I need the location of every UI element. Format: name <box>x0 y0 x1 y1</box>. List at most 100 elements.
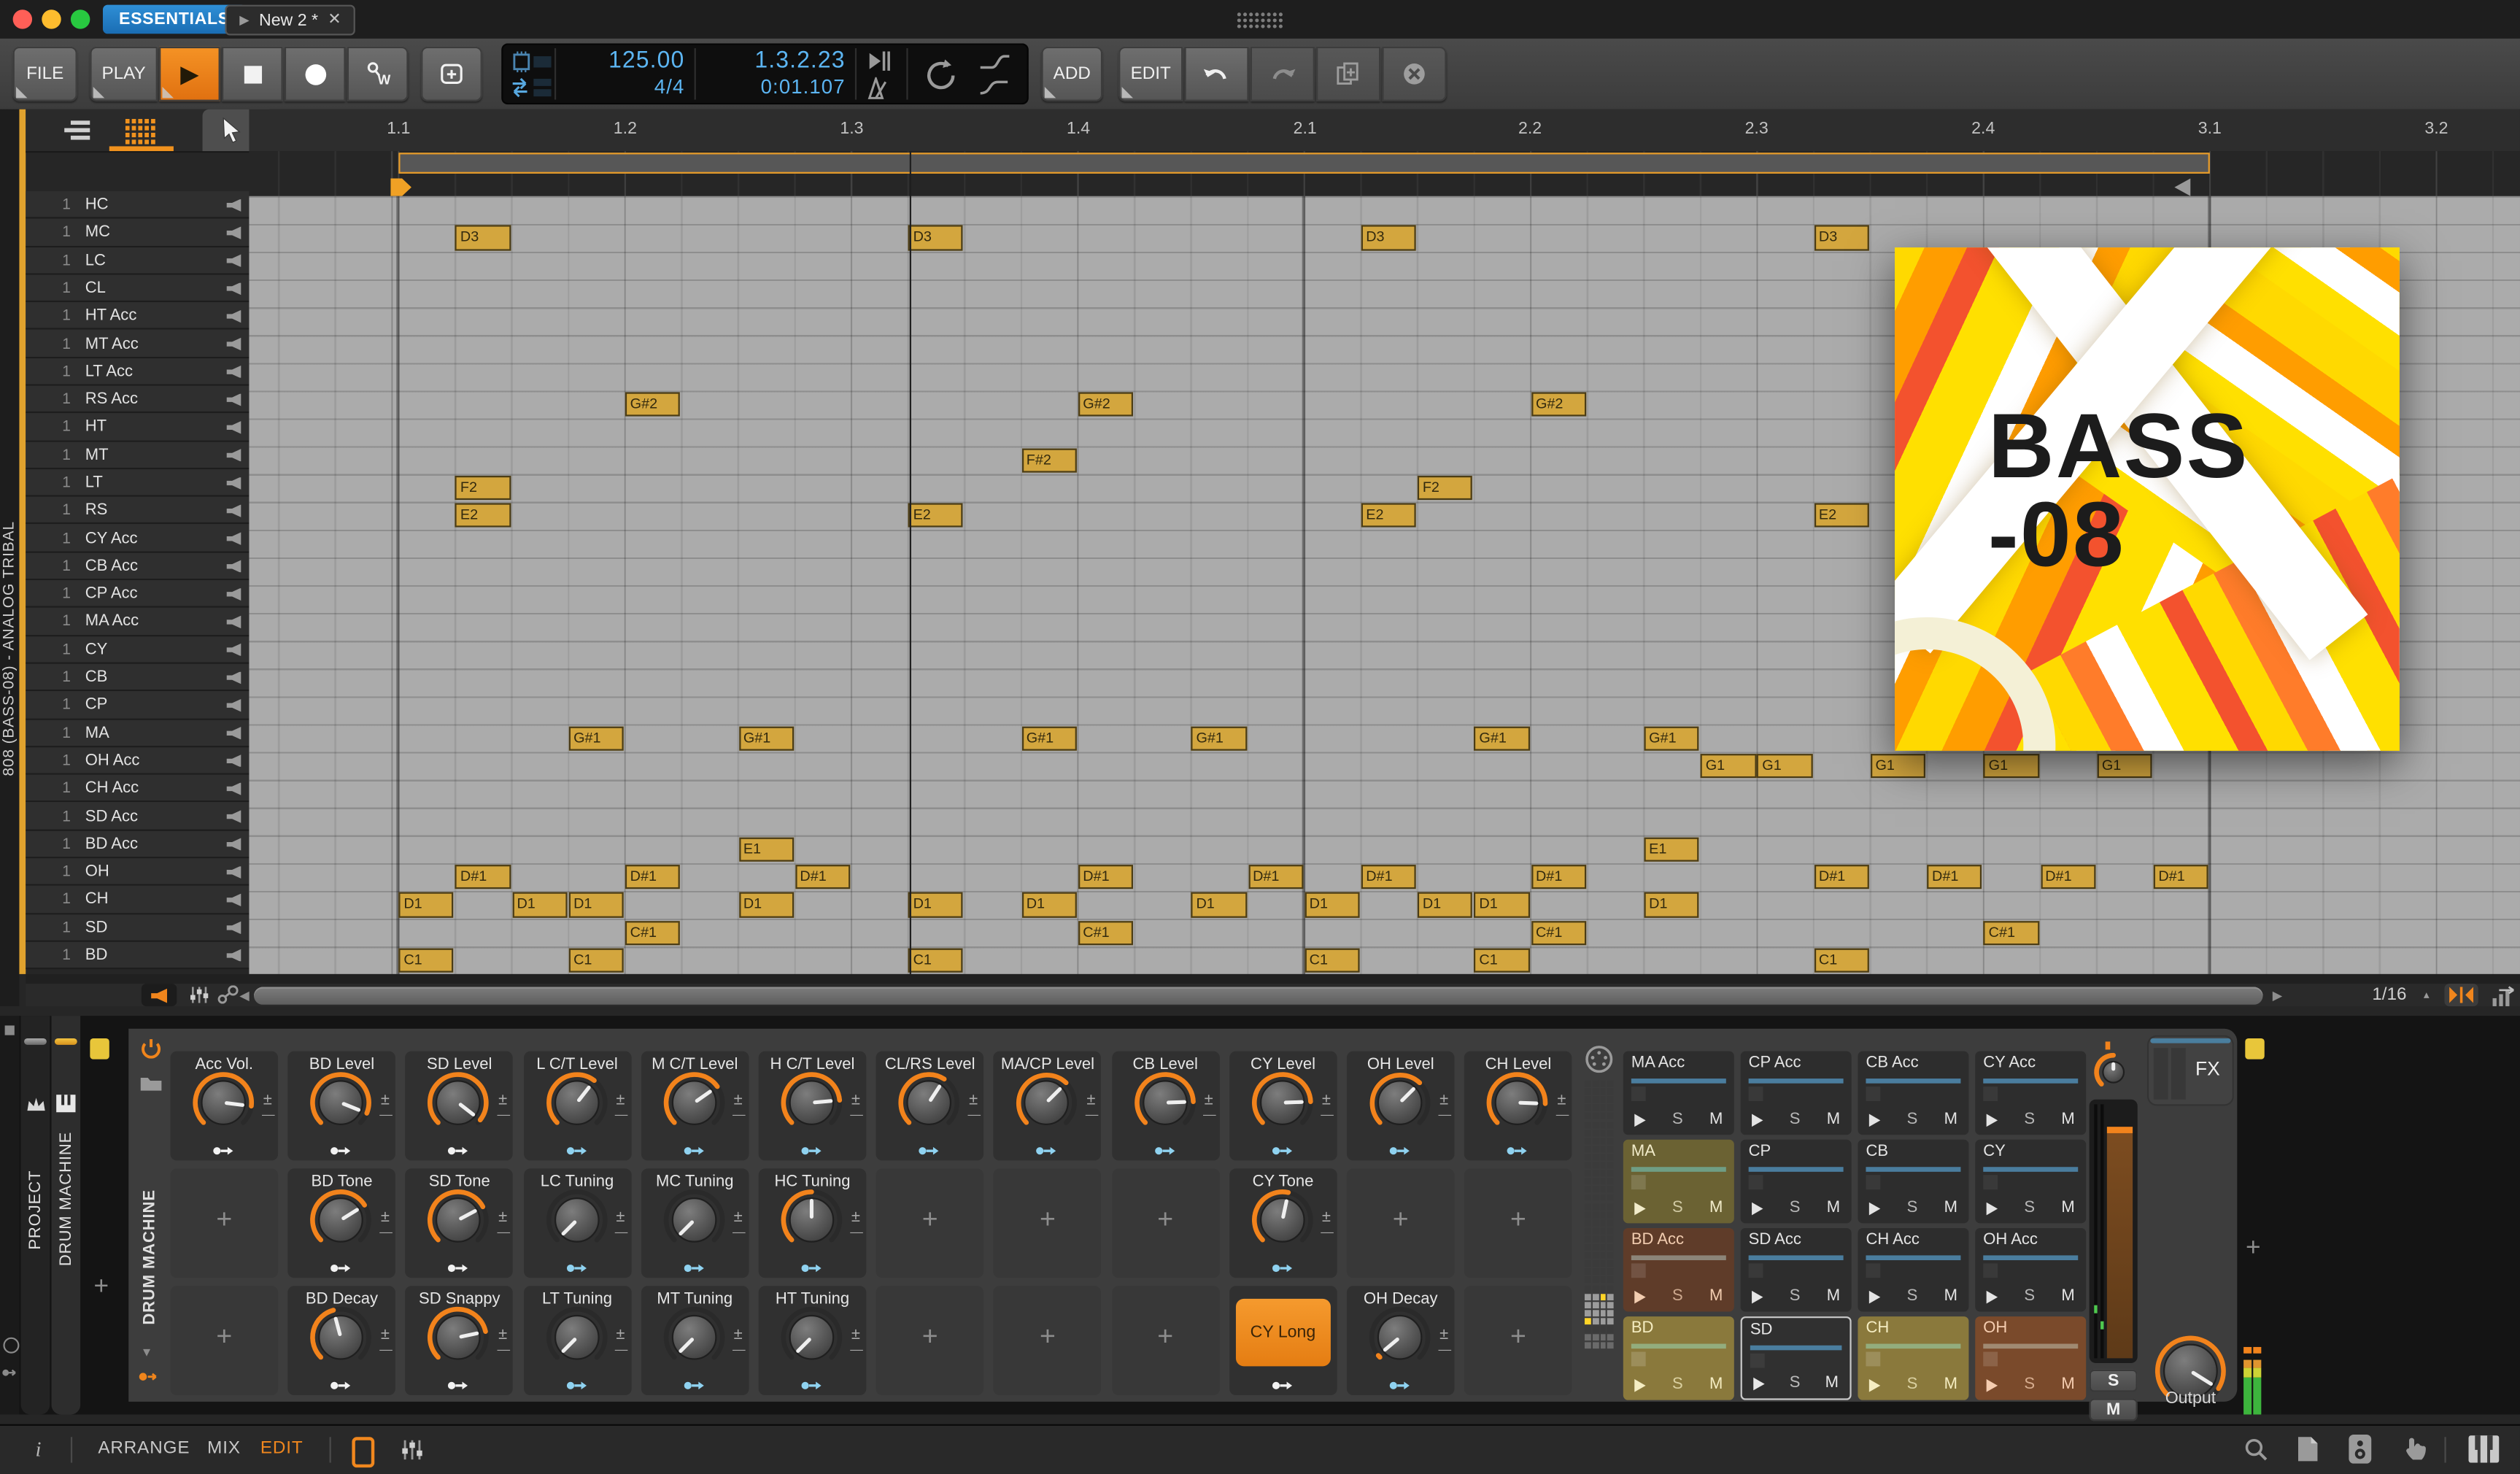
midi-note[interactable]: D1 <box>1474 892 1530 917</box>
midi-note[interactable]: G#1 <box>1021 725 1077 751</box>
cy-long-button[interactable]: CY Long <box>1235 1298 1331 1367</box>
mini-pad-cell[interactable] <box>1584 1243 1591 1251</box>
modulation-route-icon[interactable] <box>918 1138 942 1168</box>
midi-note[interactable]: D#1 <box>1531 865 1586 890</box>
search-icon[interactable] <box>2243 1437 2269 1462</box>
plus-minus-icon[interactable]: ± ― <box>1439 1092 1452 1122</box>
drum-pad-oh[interactable]: OH S M <box>1975 1316 2087 1400</box>
drum-key-row[interactable]: 1 BD <box>26 941 250 970</box>
modulation-route-icon[interactable] <box>1271 1138 1295 1168</box>
midi-note[interactable]: E1 <box>1644 836 1700 862</box>
modulation-route-icon[interactable] <box>1035 1138 1059 1168</box>
midi-note[interactable]: D1 <box>1644 892 1700 917</box>
midi-note[interactable]: D1 <box>1191 892 1247 917</box>
plus-minus-icon[interactable]: ± ― <box>967 1092 981 1122</box>
plus-minus-icon[interactable]: ± ― <box>1556 1092 1569 1122</box>
pad-mute-button[interactable]: M <box>1709 1287 1723 1305</box>
midi-note[interactable]: G1 <box>1757 753 1813 779</box>
mixer-small-icon[interactable] <box>398 1437 424 1462</box>
mini-pad-cell[interactable] <box>1600 1268 1607 1276</box>
plus-minus-icon[interactable]: ± ― <box>498 1327 511 1357</box>
mini-pad-cell[interactable] <box>1600 1080 1607 1087</box>
key-audition-speaker-icon[interactable] <box>226 782 241 795</box>
mini-pad-cell[interactable] <box>1592 1252 1599 1259</box>
empty-macro-slot[interactable]: + <box>1464 1168 1572 1278</box>
mini-pad-cell[interactable] <box>1607 1162 1615 1169</box>
empty-macro-slot[interactable]: + <box>170 1168 279 1278</box>
midi-note[interactable]: E2 <box>908 503 964 528</box>
mini-pad-cell[interactable] <box>1600 1129 1607 1136</box>
pad-play-icon[interactable] <box>1753 1376 1765 1390</box>
mini-pad-cell[interactable] <box>1592 1186 1599 1194</box>
midi-note[interactable]: G#2 <box>1078 392 1134 417</box>
drum-key-row[interactable]: 1 RS <box>26 497 250 525</box>
drum-pad-bd[interactable]: BD S M <box>1623 1316 1734 1400</box>
midi-note[interactable]: G1 <box>1984 753 2039 779</box>
mini-pad-cell[interactable] <box>1584 1211 1591 1219</box>
modulation-route-icon[interactable] <box>683 1255 707 1284</box>
empty-macro-slot[interactable]: + <box>1464 1286 1572 1396</box>
key-audition-speaker-icon[interactable] <box>226 337 241 351</box>
drum-key-row[interactable]: 1 HC <box>26 191 250 220</box>
pad-solo-button[interactable]: S <box>1907 1199 1918 1216</box>
drum-key-row[interactable]: 1 RS Acc <box>26 385 250 414</box>
modulation-route-icon[interactable] <box>1388 1373 1412 1402</box>
knob[interactable] <box>1015 1070 1079 1143</box>
plus-minus-icon[interactable]: ± ― <box>262 1092 275 1122</box>
mini-pad-cell[interactable] <box>1607 1104 1615 1111</box>
plus-minus-icon[interactable]: ± ― <box>1086 1092 1099 1122</box>
pad-solo-button[interactable]: S <box>1790 1199 1801 1216</box>
drum-pad-oh-acc[interactable]: OH Acc S M <box>1975 1227 2087 1312</box>
midi-note[interactable]: G1 <box>1870 753 1926 779</box>
midi-note[interactable]: E2 <box>1814 503 1869 528</box>
drum-key-row[interactable]: 1 CH Acc <box>26 774 250 803</box>
pad-play-icon[interactable] <box>1986 1289 1998 1303</box>
empty-macro-slot[interactable]: + <box>876 1168 984 1278</box>
mini-pad-cell[interactable] <box>1584 1170 1591 1177</box>
stop-button[interactable] <box>221 46 283 101</box>
mini-pad-cell[interactable] <box>1592 1088 1599 1095</box>
volume-fader[interactable] <box>2089 1099 2138 1363</box>
midi-note[interactable]: D#1 <box>2153 865 2209 890</box>
pad-play-icon[interactable] <box>1868 1113 1881 1127</box>
mini-pad-cell[interactable] <box>1584 1301 1591 1308</box>
mini-pad-cell[interactable] <box>1607 1293 1615 1300</box>
midi-note[interactable]: D#1 <box>795 865 851 890</box>
key-audition-speaker-icon[interactable] <box>226 532 241 545</box>
drum-key-row[interactable]: 1 LT <box>26 468 250 498</box>
mini-pad-cell[interactable] <box>1600 1334 1607 1341</box>
pad-solo-button[interactable]: S <box>1790 1111 1801 1128</box>
mini-pad-cell[interactable] <box>1584 1129 1591 1136</box>
link-icon[interactable] <box>217 985 239 1004</box>
pad-play-icon[interactable] <box>1634 1289 1646 1303</box>
mini-pad-cell[interactable] <box>1584 1096 1591 1103</box>
info-icon[interactable]: i <box>35 1437 41 1462</box>
mini-pad-cell[interactable] <box>1592 1178 1599 1186</box>
mini-pad-cell[interactable] <box>1600 1170 1607 1177</box>
mini-pad-cell[interactable] <box>1592 1260 1599 1267</box>
midi-note[interactable]: E1 <box>738 836 794 862</box>
mini-pad-cell[interactable] <box>1600 1146 1607 1153</box>
midi-note[interactable]: D3 <box>908 225 964 250</box>
undo-button[interactable] <box>1184 46 1249 101</box>
mini-pad-cell[interactable] <box>1607 1154 1615 1161</box>
curve-icon[interactable] <box>977 79 1012 96</box>
drum-key-row[interactable]: 1 MT Acc <box>26 330 250 358</box>
mini-pad-cell[interactable] <box>1584 1252 1591 1259</box>
knob[interactable] <box>309 1188 373 1260</box>
pad-solo-button[interactable]: S <box>1907 1111 1918 1128</box>
pad-solo-button[interactable]: S <box>2024 1111 2035 1128</box>
mini-pad-cell[interactable] <box>1600 1137 1607 1144</box>
document-tab[interactable]: ▶ New 2 * ✕ <box>225 4 356 36</box>
drum-key-row[interactable]: 1 HT Acc <box>26 302 250 331</box>
mini-pad-cell[interactable] <box>1592 1129 1599 1136</box>
knob[interactable] <box>544 1305 608 1378</box>
play-button[interactable]: ▶ <box>159 46 220 101</box>
midi-note[interactable]: D#1 <box>455 865 511 890</box>
key-audition-speaker-icon[interactable] <box>226 254 241 268</box>
mini-pad-cell[interactable] <box>1600 1195 1607 1202</box>
modulation-route-icon[interactable] <box>565 1255 589 1284</box>
pad-solo-button[interactable]: S <box>1907 1376 1918 1394</box>
mini-pad-cell[interactable] <box>1592 1162 1599 1169</box>
next-device-color-chip[interactable] <box>2245 1038 2265 1060</box>
